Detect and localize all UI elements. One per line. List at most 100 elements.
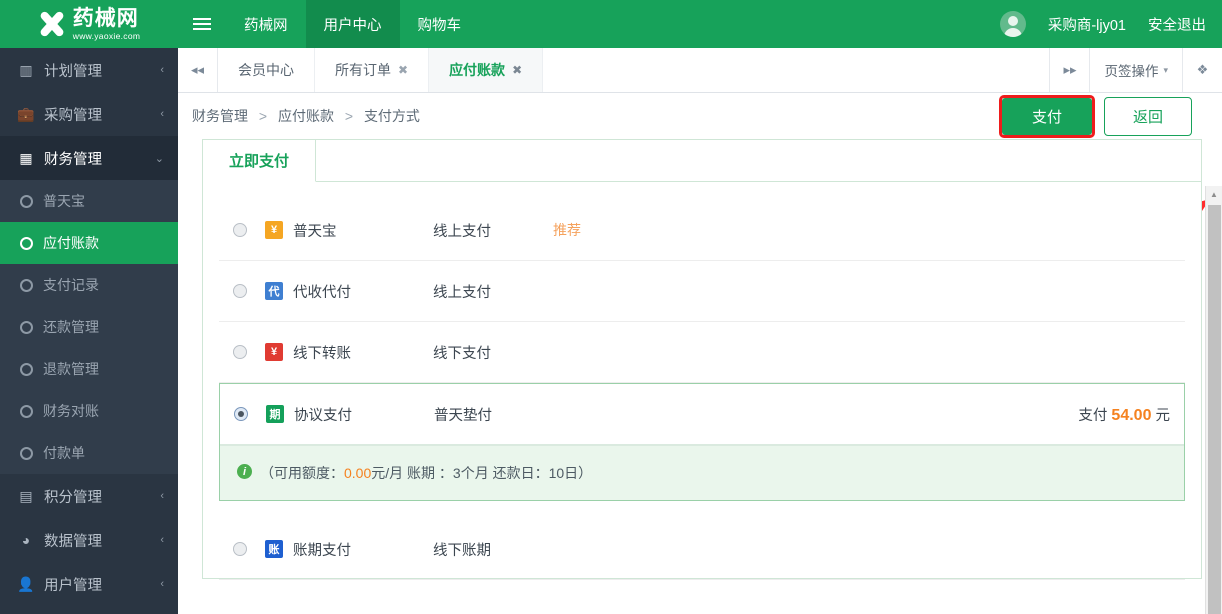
- tab-pay-now[interactable]: 立即支付: [203, 140, 317, 182]
- circle-icon: [20, 236, 33, 250]
- pay-button-highlight: 支付: [998, 94, 1095, 138]
- payment-method-row[interactable]: ¥ 普天宝 线上支付 推荐: [219, 200, 1185, 261]
- radio-agreement-pay[interactable]: [234, 407, 248, 421]
- topnav-item-home[interactable]: 药械网: [226, 0, 306, 48]
- sidebar-subitem-repayment[interactable]: 还款管理: [0, 306, 178, 348]
- user-name[interactable]: 采购商-ljy01: [1048, 14, 1126, 35]
- sidebar: 药械网 www.yaoxie.com ▥ 计划管理 ‹ 💼 采购管理 ‹ ▦ 财…: [0, 0, 178, 614]
- database-icon: ▤: [19, 487, 33, 504]
- breadcrumb-item-payment-method[interactable]: 支付方式: [364, 108, 420, 124]
- sidebar-item-purchase[interactable]: 💼 采购管理 ‹: [0, 92, 178, 136]
- logout-button[interactable]: 安全退出: [1148, 14, 1206, 35]
- sidebar-item-label: 积分管理: [44, 489, 102, 506]
- hamburger-icon[interactable]: [178, 23, 226, 25]
- sidebar-subitem-label: 支付记录: [43, 277, 99, 293]
- method-channel: 普天垫付: [434, 407, 492, 424]
- breadcrumb-item-finance[interactable]: 财务管理: [192, 108, 248, 124]
- amount-prefix: 支付: [1078, 407, 1108, 424]
- method-channel: 线上支付: [433, 284, 491, 301]
- topnav-item-user-center[interactable]: 用户中心: [305, 0, 400, 48]
- brand-name: 药械网: [72, 6, 139, 30]
- payment-method-row[interactable]: 期 协议支付 普天垫付 支付 54.00 元: [220, 384, 1184, 445]
- tab-payable[interactable]: 应付账款 ✖: [429, 48, 544, 92]
- radio-collect-pay[interactable]: [233, 284, 247, 298]
- user-avatar-icon[interactable]: [999, 11, 1026, 37]
- sidebar-subitem-payment-records[interactable]: 支付记录: [0, 264, 178, 306]
- payment-tabs: 立即支付: [203, 140, 1201, 182]
- sidebar-item-user[interactable]: 👤 用户管理 ‹: [0, 562, 178, 606]
- fullscreen-icon[interactable]: ❖: [1182, 48, 1222, 92]
- money-bag-icon: ¥: [265, 221, 283, 239]
- method-amount: 支付 54.00 元: [1078, 404, 1170, 425]
- double-chevron-right-icon[interactable]: ▸▸: [1049, 48, 1089, 92]
- circle-icon: [20, 320, 33, 334]
- circle-icon: [20, 278, 33, 292]
- offline-transfer-icon: ¥: [265, 343, 283, 361]
- briefcase-icon: 💼: [17, 105, 35, 122]
- sidebar-item-points[interactable]: ▤ 积分管理 ‹: [0, 474, 178, 518]
- note-suffix: 元/月 账期 ：3个月 还款日：10日）: [371, 465, 593, 481]
- radio-putianbao[interactable]: [233, 223, 247, 237]
- brand-logo[interactable]: 药械网 www.yaoxie.com: [0, 0, 178, 48]
- vertical-scrollbar[interactable]: ▲: [1205, 186, 1222, 614]
- sidebar-nav: ▥ 计划管理 ‹ 💼 采购管理 ‹ ▦ 财务管理 ⌄ 普天宝 应付账款 支付记录…: [0, 48, 178, 606]
- amount-value: 54.00: [1111, 406, 1152, 424]
- chevron-left-icon: ‹: [160, 490, 164, 502]
- sidebar-subitem-label: 财务对账: [43, 403, 99, 419]
- header-right: 采购商-ljy01 安全退出: [999, 11, 1222, 37]
- sidebar-item-plan[interactable]: ▥ 计划管理 ‹: [0, 48, 178, 92]
- sidebar-subitem-label: 普天宝: [43, 193, 85, 209]
- back-button[interactable]: 返回: [1103, 96, 1192, 136]
- sidebar-subitem-payable[interactable]: 应付账款: [0, 222, 178, 264]
- method-channel: 线下账期: [433, 542, 491, 559]
- payment-method-row[interactable]: 代 代收代付 线上支付: [219, 261, 1185, 322]
- tab-bar: ◂◂ 会员中心 所有订单 ✖ 应付账款 ✖ ▸▸ 页签操作 ▾ ❖: [178, 48, 1222, 93]
- tab-member-center[interactable]: 会员中心: [218, 48, 315, 92]
- circle-icon: [20, 404, 33, 418]
- pay-button[interactable]: 支付: [1001, 97, 1092, 135]
- chevron-left-icon: ‹: [160, 534, 164, 546]
- chevron-left-icon: ‹: [160, 108, 164, 120]
- tab-bar-right: ▸▸ 页签操作 ▾ ❖: [1049, 48, 1222, 92]
- method-channel: 线上支付: [433, 223, 491, 240]
- note-prefix: （可用额度：: [260, 465, 344, 481]
- sidebar-subitem-putianbao[interactable]: 普天宝: [0, 180, 178, 222]
- radio-credit-term[interactable]: [233, 542, 247, 556]
- sidebar-item-data[interactable]: ◕ 数据管理 ‹: [0, 518, 178, 562]
- sidebar-subitem-label: 退款管理: [43, 361, 99, 377]
- tab-actions-dropdown[interactable]: 页签操作 ▾: [1089, 48, 1182, 92]
- user-icon: 👤: [17, 575, 35, 592]
- payment-method-list: ¥ 普天宝 线上支付 推荐 代 代收代付 线上支付 ¥ 线下转账 线下支付 期 …: [203, 182, 1201, 580]
- pie-chart-icon: ◕: [21, 532, 31, 548]
- double-chevron-left-icon[interactable]: ◂◂: [178, 48, 218, 92]
- credit-term-icon: 账: [265, 540, 283, 558]
- breadcrumb-separator: >: [258, 108, 268, 124]
- radio-offline-transfer[interactable]: [233, 345, 247, 359]
- top-header: 药械网 用户中心 购物车 采购商-ljy01 安全退出: [178, 0, 1222, 48]
- topnav-item-cart[interactable]: 购物车: [400, 0, 480, 48]
- tab-all-orders[interactable]: 所有订单 ✖: [315, 48, 430, 92]
- payment-method-row[interactable]: ¥ 线下转账 线下支付: [219, 322, 1185, 383]
- circle-icon: [20, 194, 33, 208]
- sidebar-subitem-refund[interactable]: 退款管理: [0, 348, 178, 390]
- close-icon[interactable]: ✖: [512, 63, 522, 77]
- breadcrumb-item-payable[interactable]: 应付账款: [278, 108, 334, 124]
- payment-method-selected-block: 期 协议支付 普天垫付 支付 54.00 元 i （可用额度：0.00元/月 账: [219, 383, 1185, 501]
- close-icon[interactable]: ✖: [398, 63, 408, 77]
- tab-label: 应付账款: [449, 62, 506, 78]
- sidebar-subitem-payment-order[interactable]: 付款单: [0, 432, 178, 474]
- method-name: 普天宝: [293, 223, 337, 240]
- payment-method-row[interactable]: 账 账期支付 线下账期: [219, 519, 1185, 580]
- scrollbar-thumb[interactable]: [1208, 205, 1221, 614]
- sidebar-item-finance[interactable]: ▦ 财务管理 ⌄: [0, 136, 178, 180]
- sidebar-subitem-reconciliation[interactable]: 财务对账: [0, 390, 178, 432]
- chevron-down-icon: ▾: [1163, 64, 1168, 75]
- chevron-left-icon: ‹: [160, 578, 164, 590]
- scroll-up-icon[interactable]: ▲: [1206, 186, 1222, 203]
- info-icon: i: [237, 464, 252, 479]
- sidebar-subitem-label: 还款管理: [43, 319, 99, 335]
- app-root: 药械网 www.yaoxie.com ▥ 计划管理 ‹ 💼 采购管理 ‹ ▦ 财…: [0, 0, 1222, 614]
- brand-url: www.yaoxie.com: [72, 30, 141, 41]
- sidebar-item-label: 数据管理: [44, 533, 102, 550]
- calculator-icon: ▦: [19, 149, 33, 166]
